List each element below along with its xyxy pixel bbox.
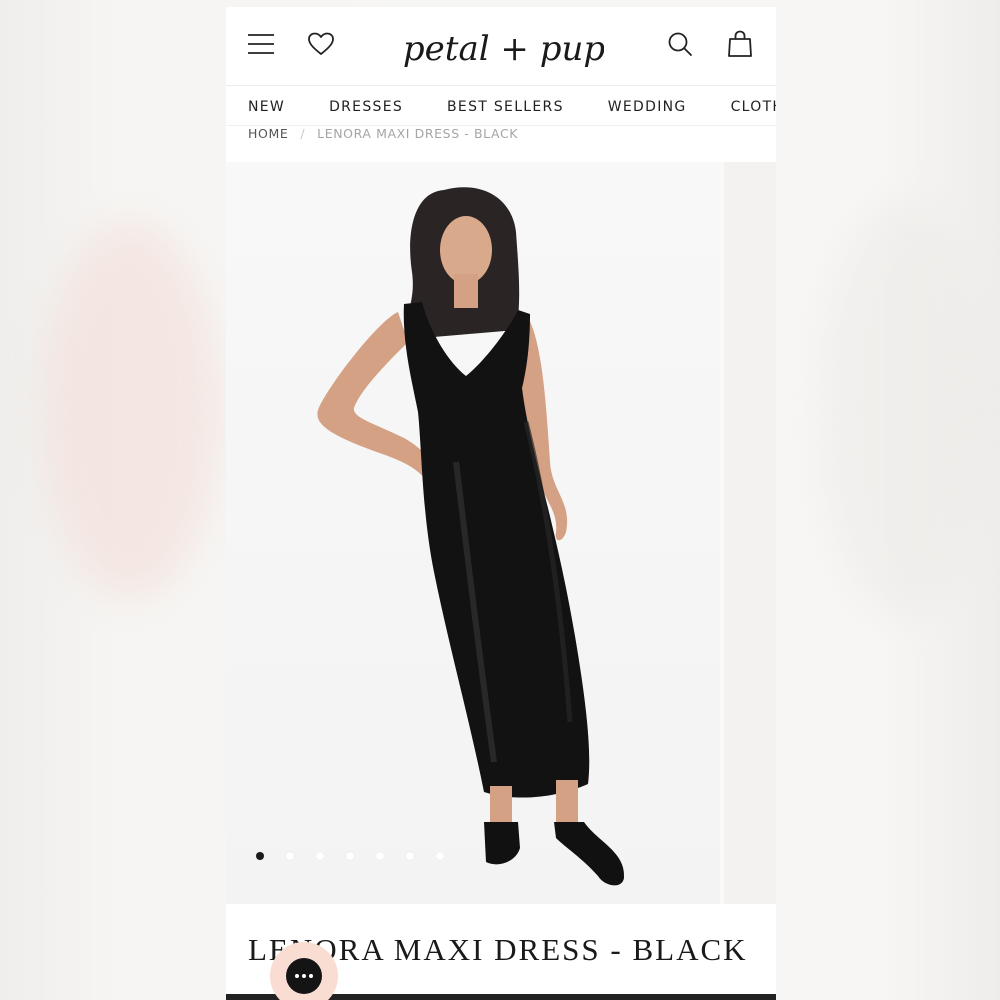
- breadcrumb: HOME / LENORA MAXI DRESS - BLACK: [248, 123, 518, 143]
- background-blur-shape: [40, 220, 220, 600]
- nav-item-best-sellers[interactable]: BEST SELLERS: [447, 99, 564, 115]
- gallery-dot[interactable]: [346, 852, 354, 860]
- heart-icon: [308, 32, 334, 55]
- background-blur-shape: [820, 200, 990, 620]
- brand-logo[interactable]: petal + pup: [403, 15, 605, 79]
- gallery-dot[interactable]: [286, 852, 294, 860]
- gallery-dot[interactable]: [256, 852, 264, 860]
- logo-text: petal + pup: [404, 29, 604, 69]
- gallery-dot[interactable]: [316, 852, 324, 860]
- menu-button[interactable]: [244, 27, 278, 61]
- search-icon: [668, 32, 692, 56]
- nav-item-new[interactable]: NEW: [248, 99, 285, 115]
- breadcrumb-separator: /: [300, 125, 306, 141]
- product-image[interactable]: [226, 162, 720, 904]
- next-product-image-peek[interactable]: [724, 162, 776, 904]
- product-image-gallery[interactable]: [226, 162, 776, 904]
- chat-icon: [286, 958, 322, 994]
- search-button[interactable]: [663, 27, 697, 61]
- category-nav: NEW DRESSES BEST SELLERS WEDDING CLOTHIN…: [226, 89, 776, 126]
- cart-button[interactable]: [723, 27, 757, 61]
- menu-icon: [248, 34, 274, 54]
- mobile-viewport: petal + pup NEW DRESSES BEST SELLERS WED…: [226, 7, 776, 1000]
- nav-item-wedding[interactable]: WEDDING: [608, 99, 687, 115]
- breadcrumb-home-link[interactable]: HOME: [248, 126, 288, 141]
- bag-icon: [728, 30, 752, 57]
- nav-item-clothing[interactable]: CLOTHING: [731, 99, 776, 115]
- gallery-dot[interactable]: [436, 852, 444, 860]
- breadcrumb-current: LENORA MAXI DRESS - BLACK: [317, 125, 519, 141]
- model-photo: [317, 187, 625, 886]
- site-header: petal + pup: [226, 7, 776, 86]
- wishlist-button[interactable]: [304, 27, 338, 61]
- gallery-dot[interactable]: [376, 852, 384, 860]
- gallery-pagination: [256, 852, 444, 860]
- nav-item-dresses[interactable]: DRESSES: [329, 99, 403, 115]
- gallery-dot[interactable]: [406, 852, 414, 860]
